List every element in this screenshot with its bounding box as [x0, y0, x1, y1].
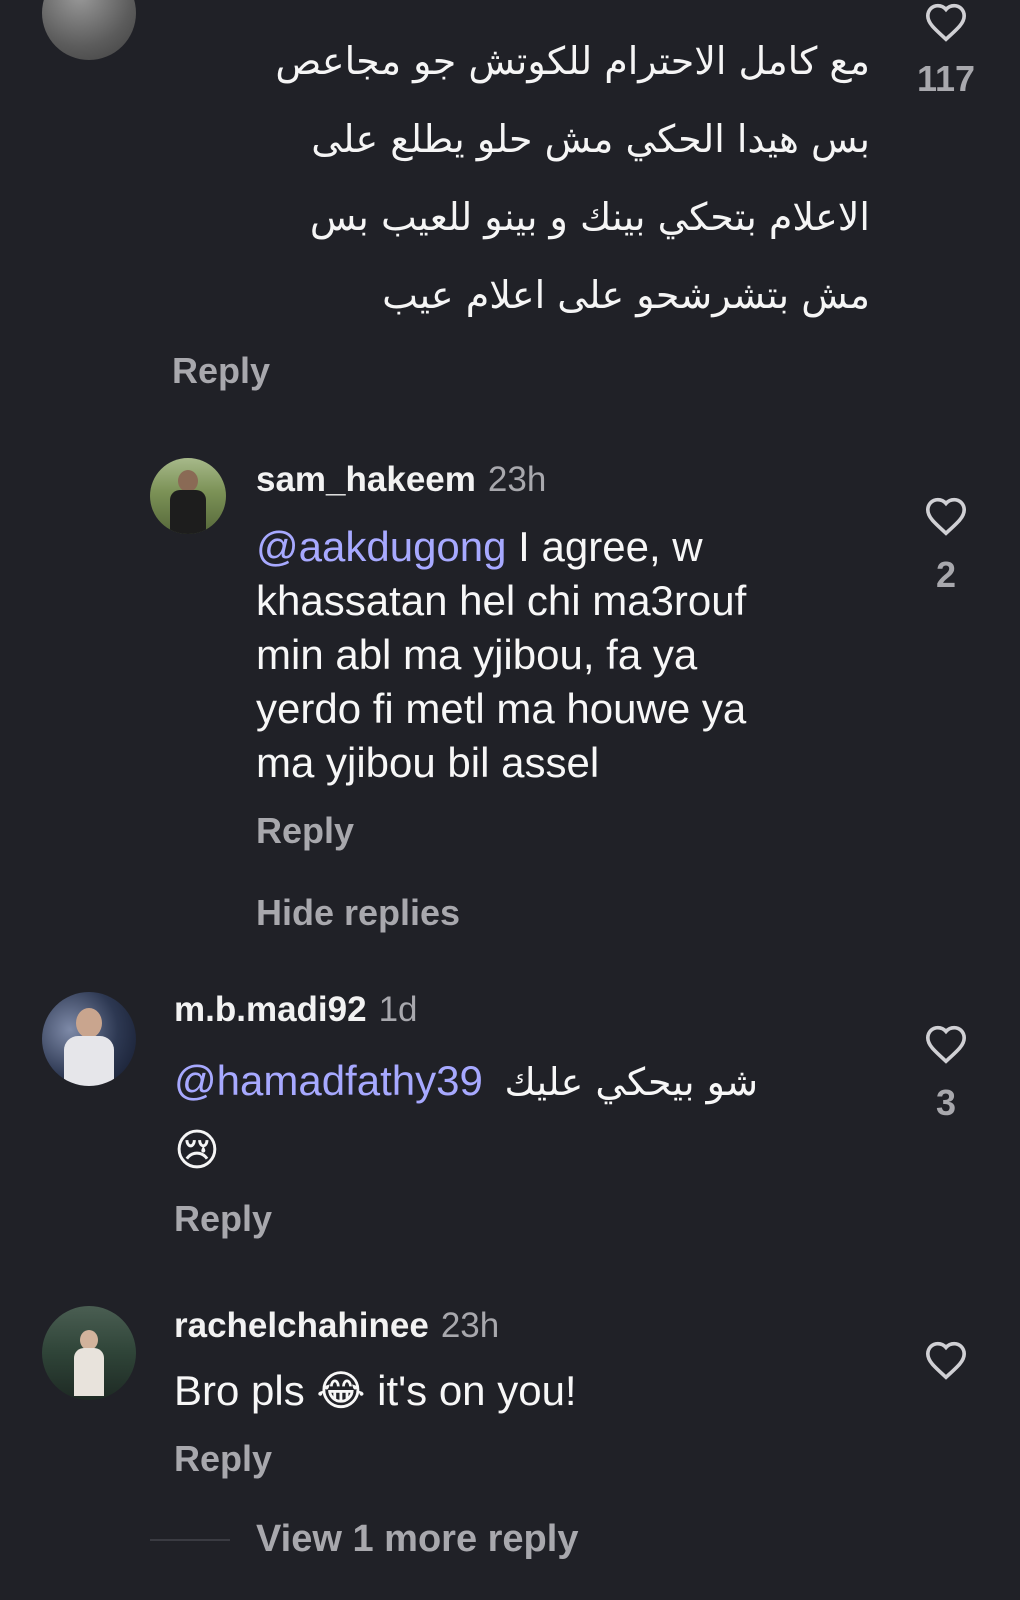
comment-line: مع كامل الاحترام للكوتش جو مجاعص — [275, 39, 870, 83]
username[interactable]: m.b.madi92 — [174, 990, 367, 1029]
comment-line: بس هيدا الحكي مش حلو يطلع على — [311, 117, 870, 161]
comment-line: مش بتشرشحو على اعلام عيب — [382, 273, 870, 317]
crying-face-emoji: 😢 — [174, 1126, 220, 1175]
like-count: 2 — [935, 554, 957, 595]
timestamp: 23h — [440, 1306, 500, 1345]
reply-button[interactable]: Reply — [256, 810, 354, 852]
heart-outline-icon[interactable] — [924, 1340, 968, 1380]
heart-outline-icon[interactable] — [924, 2, 968, 42]
comment-header: sam_hakeem 23h — [256, 460, 546, 500]
reply-button[interactable]: Reply — [174, 1198, 272, 1240]
comment-arabic: شو بيحكي عليك — [504, 1060, 759, 1104]
timestamp: 1d — [378, 990, 418, 1029]
avatar[interactable] — [150, 458, 226, 534]
heart-outline-icon[interactable] — [924, 496, 968, 536]
like-count: 117 — [916, 58, 976, 99]
view-more-replies-button[interactable]: View 1 more reply — [256, 1518, 578, 1561]
comment-line: ma yjibou bil assel — [256, 739, 600, 786]
tears-of-joy-emoji: 😂 — [316, 1367, 366, 1414]
username-partial — [270, 0, 400, 2]
comment-text-part: it's on you! — [365, 1367, 577, 1414]
avatar[interactable] — [42, 992, 136, 1086]
reply-button[interactable]: Reply — [174, 1438, 272, 1480]
comment-line: min abl ma yjibou, fa ya — [256, 631, 698, 678]
avatar[interactable] — [42, 1306, 136, 1400]
comment-line: yerdo fi metl ma houwe ya — [256, 685, 747, 732]
username[interactable]: rachelchahinee — [174, 1306, 429, 1345]
comment-header: m.b.madi92 1d — [174, 990, 418, 1030]
comment-text: @hamadfathy39 شو بيحكي عليك — [174, 1054, 874, 1109]
comment-header: rachelchahinee 23h — [174, 1306, 499, 1346]
heart-outline-icon[interactable] — [924, 1024, 968, 1064]
mention-link[interactable]: @hamadfathy39 — [174, 1057, 483, 1104]
hide-replies-button[interactable]: Hide replies — [256, 892, 460, 934]
timestamp: 23h — [487, 460, 547, 499]
comment-text: Bro pls 😂 it's on you! — [174, 1364, 874, 1418]
comment-line: I agree, w — [506, 523, 703, 570]
comment-line: khassatan hel chi ma3rouf — [256, 577, 747, 624]
comment-text-part: Bro pls — [174, 1367, 317, 1414]
username[interactable]: sam_hakeem — [256, 460, 476, 499]
like-count: 3 — [935, 1082, 957, 1123]
comment-text: مع كامل الاحترام للكوتش جو مجاعص بس هيدا… — [170, 22, 870, 334]
comment-text: @aakdugong I agree, w khassatan hel chi … — [256, 520, 896, 790]
reply-button[interactable]: Reply — [172, 350, 270, 392]
avatar[interactable] — [42, 0, 136, 60]
mention-link[interactable]: @aakdugong — [256, 523, 507, 570]
replies-divider — [150, 1539, 230, 1541]
comment-line: الاعلام بتحكي بينك و بينو للعيب بس — [309, 195, 870, 239]
